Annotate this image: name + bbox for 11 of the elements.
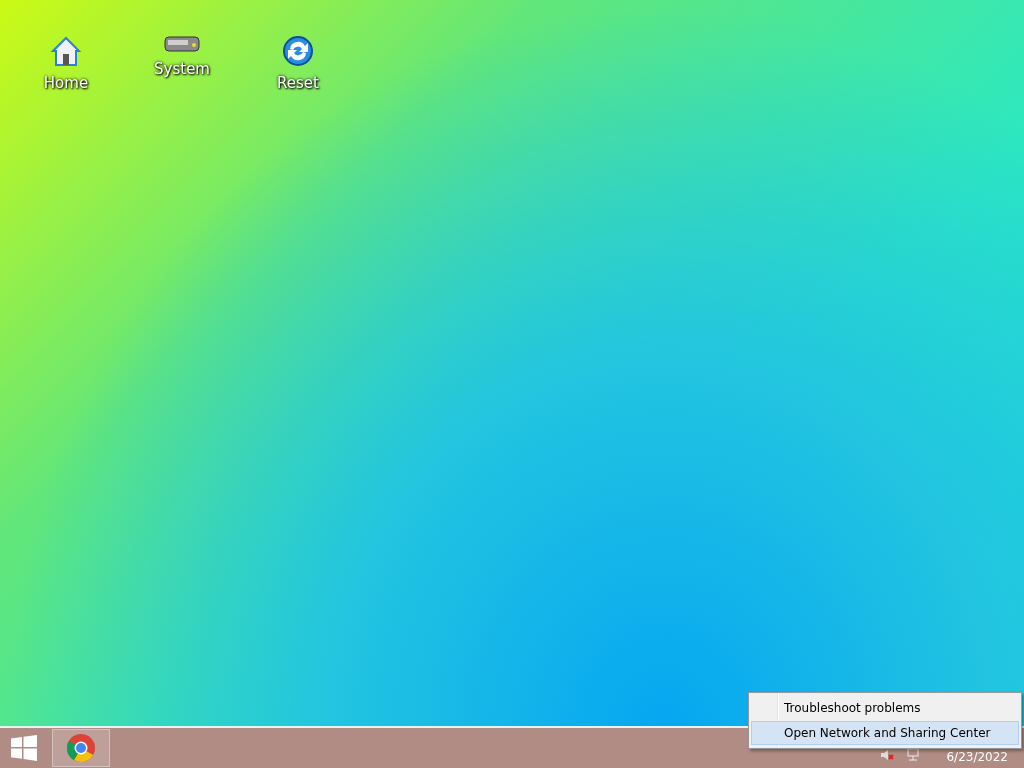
menu-item[interactable]: Troubleshoot problems — [751, 696, 1019, 720]
clock-date[interactable]: 6/23/2022 — [946, 750, 1008, 764]
menu-item[interactable]: Open Network and Sharing Center — [751, 721, 1019, 745]
drive-icon — [164, 34, 200, 54]
network-icon[interactable] — [906, 748, 921, 762]
house-icon — [49, 34, 83, 68]
windows-logo-icon — [11, 735, 37, 761]
taskbar-app-button[interactable] — [52, 729, 110, 767]
muted-speaker-icon[interactable] — [880, 748, 895, 762]
refresh-icon — [281, 34, 315, 68]
browser-icon — [66, 733, 96, 763]
